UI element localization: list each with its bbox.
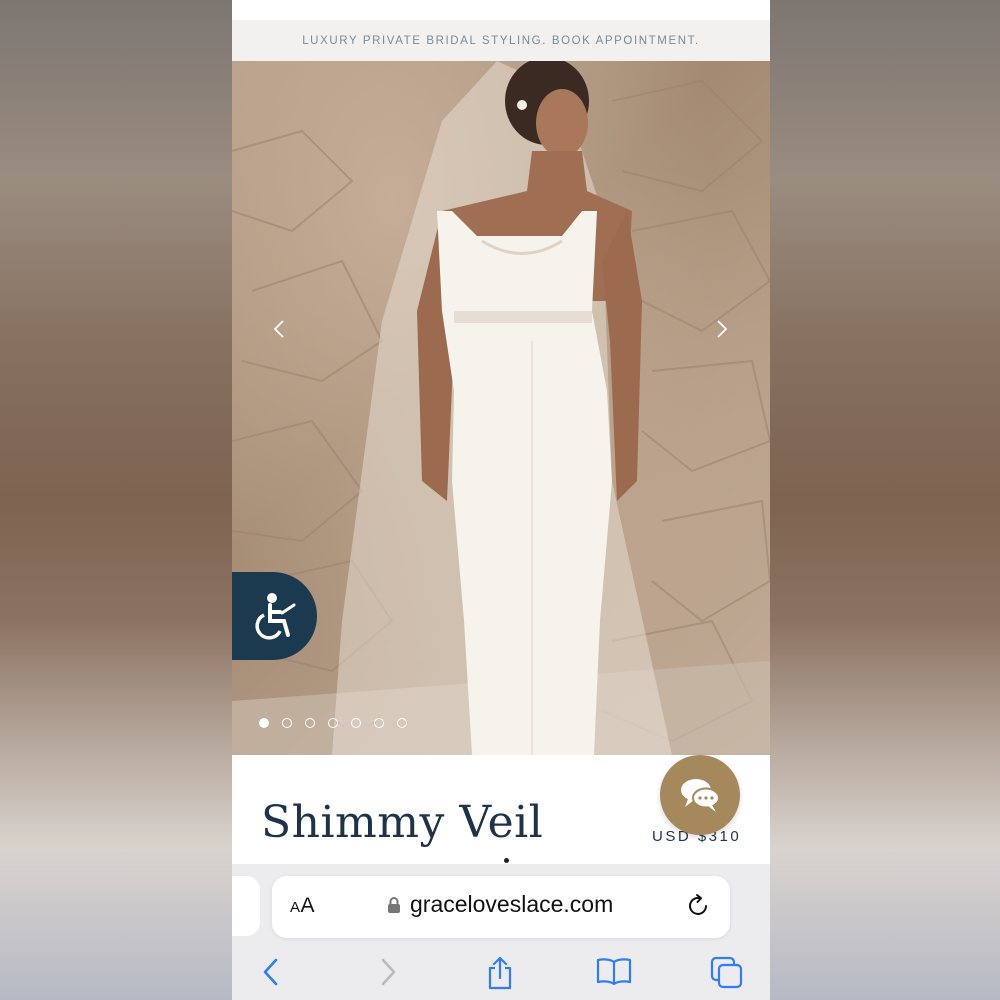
lock-icon (388, 896, 400, 913)
gallery-prev-button[interactable] (267, 317, 291, 341)
gallery-pagination (259, 718, 407, 728)
browser-nav-bar (232, 952, 770, 996)
share-button[interactable] (485, 956, 515, 995)
bookmarks-button[interactable] (596, 956, 632, 991)
promo-banner[interactable]: LUXURY PRIVATE BRIDAL STYLING. BOOK APPO… (232, 20, 770, 61)
url-display[interactable]: graceloveslace.com (387, 891, 613, 918)
product-photo (232, 61, 770, 755)
previous-tab-preview[interactable] (232, 876, 260, 936)
accessibility-button[interactable] (232, 572, 317, 660)
back-icon (263, 958, 278, 986)
tabs-icon (710, 956, 743, 989)
gallery-dot-7[interactable] (397, 718, 407, 728)
text-size-button[interactable]: AA (290, 894, 315, 918)
gallery-dot-4[interactable] (328, 718, 338, 728)
chevron-right-icon (717, 320, 728, 338)
safari-toolbar: AA graceloveslace.com (232, 864, 770, 1000)
phone-screen: LUXURY PRIVATE BRIDAL STYLING. BOOK APPO… (232, 0, 770, 1000)
product-image-gallery[interactable] (232, 61, 770, 755)
scroll-marker (504, 858, 509, 863)
gallery-dot-5[interactable] (351, 718, 361, 728)
gallery-dot-1[interactable] (259, 718, 269, 728)
forward-button[interactable] (377, 956, 399, 993)
gallery-dot-2[interactable] (282, 718, 292, 728)
gallery-dot-6[interactable] (374, 718, 384, 728)
forward-icon (381, 958, 396, 986)
promo-banner-text: LUXURY PRIVATE BRIDAL STYLING. BOOK APPO… (302, 34, 700, 47)
chevron-left-icon (273, 320, 284, 338)
gallery-next-button[interactable] (710, 317, 734, 341)
wheelchair-icon (254, 593, 295, 640)
chat-bubbles-icon (681, 779, 720, 812)
gallery-dot-3[interactable] (305, 718, 315, 728)
address-bar[interactable]: AA graceloveslace.com (272, 876, 730, 938)
site-header-edge (232, 0, 770, 21)
url-text: graceloveslace.com (410, 891, 614, 917)
bookmarks-icon (596, 958, 632, 986)
reload-button[interactable] (687, 893, 711, 924)
product-title: Shimmy Veil (261, 797, 544, 848)
share-icon (488, 956, 512, 990)
reload-icon (689, 894, 707, 915)
back-button[interactable] (260, 956, 282, 993)
tabs-button[interactable] (710, 956, 744, 995)
chat-button[interactable] (660, 755, 740, 835)
